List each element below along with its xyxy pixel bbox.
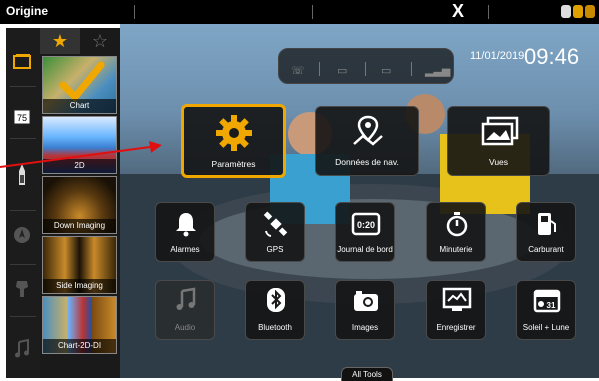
bell-icon (176, 213, 196, 237)
tool-minuterie[interactable]: Minuterie (426, 202, 486, 262)
logbook-icon: 0:20 (351, 212, 381, 236)
side-rail: 75 (6, 28, 40, 378)
logbook-badge: 0:20 (357, 220, 375, 230)
gear-icon (216, 115, 252, 151)
device-screen: Origine X 75 ★ ☆ Chart 2D Down Imaging S… (0, 0, 599, 381)
anchor-icon[interactable] (10, 164, 34, 186)
views-icon (481, 116, 519, 146)
tool-label: Images (351, 323, 379, 332)
signal-icon: ▂▃▅ (425, 65, 451, 77)
battery-icon: ▭ (381, 65, 392, 77)
tool-label: Paramètres (211, 159, 256, 169)
tool-bluetooth[interactable]: Bluetooth (245, 280, 305, 340)
tool-gps[interactable]: GPS (245, 202, 305, 262)
tool-parametres[interactable]: Paramètres (181, 104, 286, 178)
tool-audio[interactable]: Audio (155, 280, 215, 340)
calendar-icon: 31 (533, 289, 561, 313)
tool-carburant[interactable]: Carburant (516, 202, 576, 262)
tool-label: Bluetooth (258, 323, 292, 332)
speed-limit-icon[interactable]: 75 (10, 106, 34, 128)
divider (319, 62, 320, 76)
tool-label: GPS (266, 245, 284, 254)
divider (411, 62, 412, 76)
compass-icon[interactable] (10, 224, 34, 246)
music-note-icon (176, 287, 196, 310)
favorites-tab-all[interactable]: ☆ (80, 28, 120, 54)
divider (10, 210, 36, 211)
tool-label: Soleil + Lune (522, 323, 570, 332)
bluetooth-icon (267, 288, 285, 312)
tool-label: Minuterie (439, 245, 473, 254)
record-screen-icon (442, 287, 472, 311)
sonar-status-icon (585, 5, 595, 18)
close-button[interactable]: X (452, 1, 464, 22)
engine-icon[interactable] (10, 278, 34, 300)
tool-enregistrer[interactable]: Enregistrer (426, 280, 486, 340)
favorite-tile-2d[interactable]: 2D (42, 116, 117, 174)
clock-display: 09:46 (524, 44, 580, 69)
divider (365, 62, 366, 76)
gps-status-icon (573, 5, 583, 18)
divider (10, 86, 36, 87)
top-bar: Origine X (0, 0, 599, 24)
favorite-tile-chart[interactable]: Chart (42, 56, 117, 114)
tool-donnees-nav[interactable]: Données de nav. (315, 106, 419, 176)
divider (134, 5, 135, 19)
favorite-tile-chart-2d-di[interactable]: Chart-2D-DI (42, 296, 117, 354)
divider (488, 5, 489, 19)
stopwatch-icon (446, 212, 468, 237)
tool-label: Données de nav. (335, 157, 399, 167)
battery-icon (561, 5, 571, 18)
divider (10, 316, 36, 317)
tool-label: Journal de bord (337, 245, 393, 254)
fuel-pump-icon (538, 213, 556, 235)
camera-icon (354, 291, 378, 311)
tool-label: Vues (488, 157, 509, 167)
calendar-badge: 31 (547, 301, 556, 310)
favorites-tab-starred[interactable]: ★ (40, 28, 80, 54)
status-icons (561, 5, 597, 19)
tile-label: 2D (43, 159, 116, 173)
divider (10, 138, 36, 139)
tile-label: Side Imaging (43, 279, 116, 293)
favorite-tile-side-imaging[interactable]: Side Imaging (42, 236, 117, 294)
tool-label: Carburant (528, 245, 564, 254)
divider (312, 5, 313, 19)
date-display: 11/01/2019 (470, 50, 525, 62)
tool-alarmes[interactable]: Alarmes (155, 202, 215, 262)
tool-label: Alarmes (170, 245, 200, 254)
message-icon: ▭ (337, 65, 348, 77)
tool-label: Enregistrer (436, 323, 476, 332)
tile-label: Chart (43, 99, 116, 113)
favorite-tile-down-imaging[interactable]: Down Imaging (42, 176, 117, 234)
window-title: Origine (6, 4, 49, 18)
music-icon[interactable] (10, 338, 34, 360)
quick-status-pill[interactable]: ☏ ▭ ▭ ▂▃▅ (278, 48, 454, 84)
map-pin-icon (353, 115, 383, 146)
tool-vues[interactable]: Vues (447, 106, 550, 176)
favorites-panel: ★ ☆ Chart 2D Down Imaging Side Imaging C… (40, 28, 120, 378)
views-icon[interactable] (10, 50, 34, 72)
tool-label: Audio (174, 323, 196, 332)
tool-soleil-lune[interactable]: 31 Soleil + Lune (516, 280, 576, 340)
divider (10, 264, 36, 265)
tile-label: Chart-2D-DI (43, 339, 116, 353)
all-tools-tab[interactable]: All Tools (341, 367, 393, 381)
phone-icon: ☏ (291, 65, 305, 77)
rail-badge-text: 75 (17, 113, 27, 123)
tool-images[interactable]: Images (335, 280, 395, 340)
tile-label: Down Imaging (43, 219, 116, 233)
satellite-icon (263, 211, 288, 237)
tool-journal[interactable]: 0:20 Journal de bord (335, 202, 395, 262)
